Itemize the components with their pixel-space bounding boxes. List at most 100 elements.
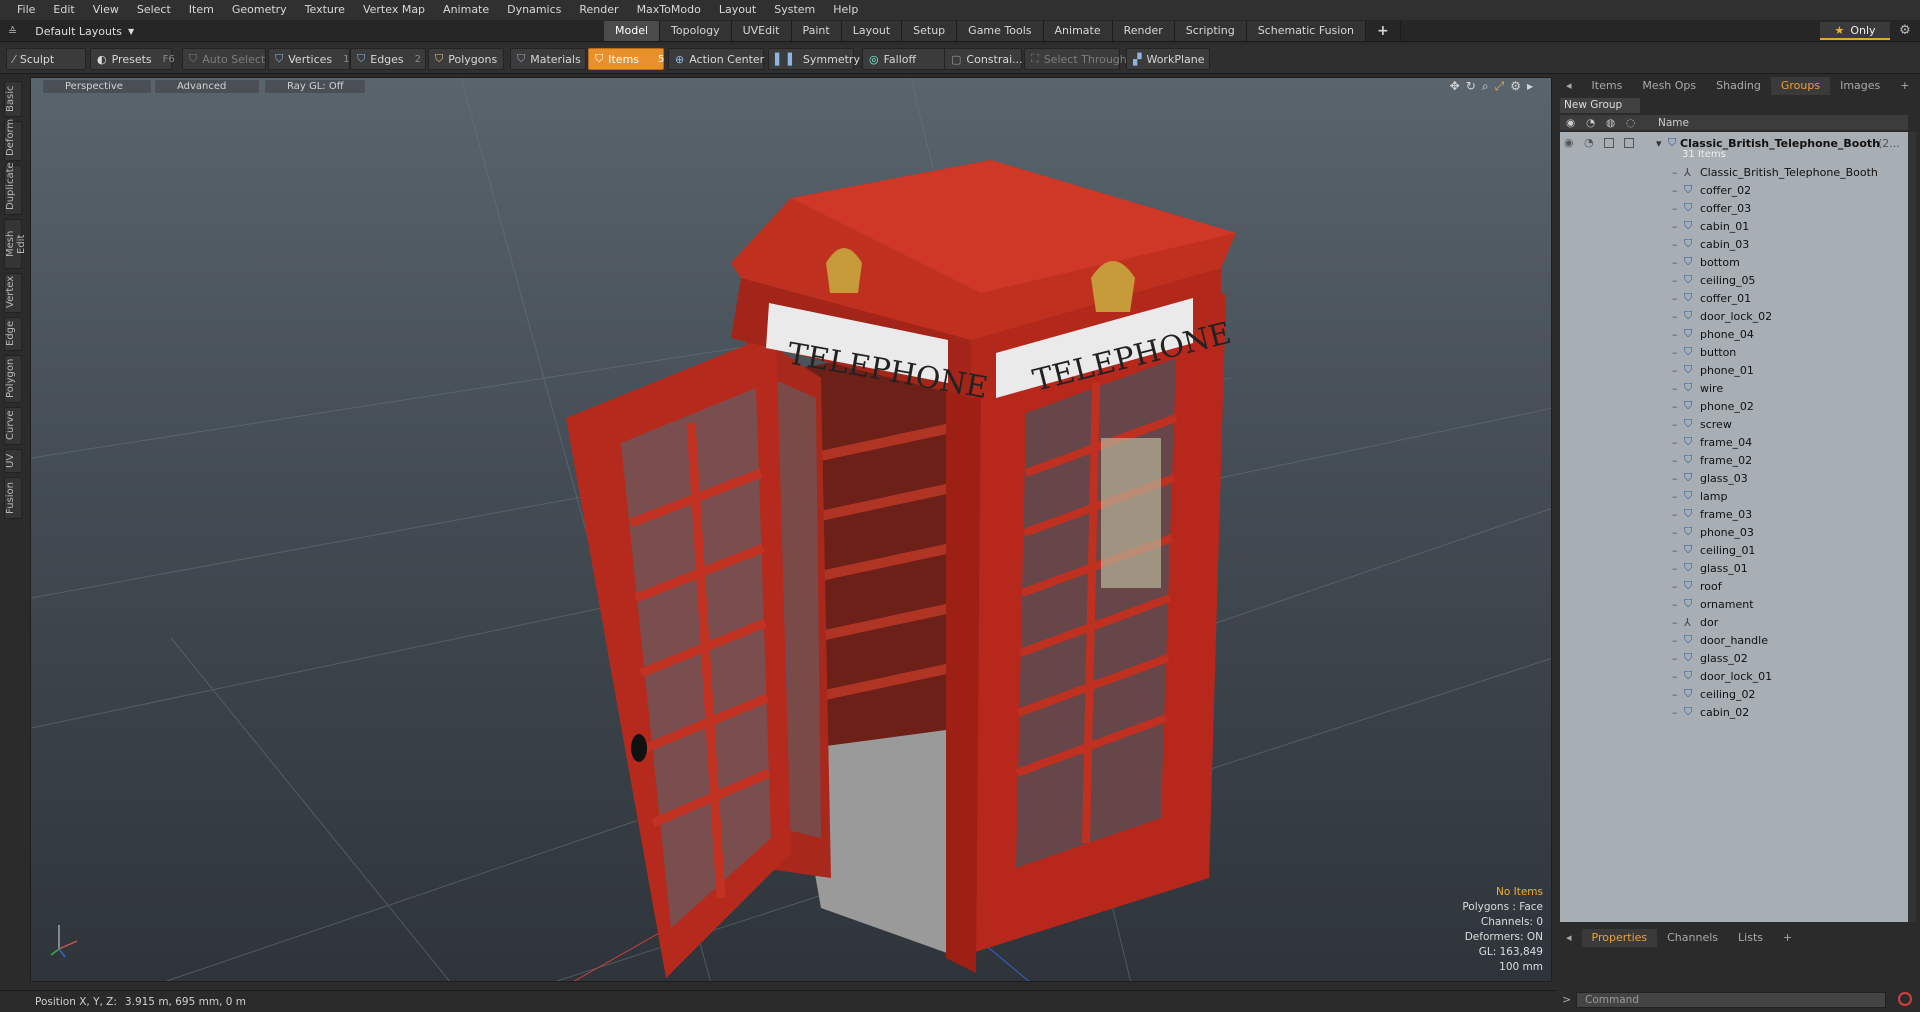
tab-render[interactable]: Render xyxy=(1112,21,1175,41)
tree-item-row[interactable]: – ⛉ wire xyxy=(1560,379,1908,397)
tree-item-row[interactable]: – ⛉ bottom xyxy=(1560,253,1908,271)
menu-item-file[interactable]: File xyxy=(8,0,44,20)
select-through-button[interactable]: ⛶ Select Through xyxy=(1024,48,1127,70)
tree-item-row[interactable]: – ⛉ coffer_01 xyxy=(1560,289,1908,307)
select-column-icon[interactable]: ◌ xyxy=(1626,117,1635,129)
tree-item-row[interactable]: – ⛉ door_lock_02 xyxy=(1560,307,1908,325)
edges-button[interactable]: ⛉ Edges 2 xyxy=(350,48,426,70)
tree-item-row[interactable]: – ⛉ cabin_01 xyxy=(1560,217,1908,235)
command-input[interactable]: Command xyxy=(1576,992,1886,1008)
menu-item-edit[interactable]: Edit xyxy=(44,0,83,20)
tree-item-row[interactable]: – ⛉ roof xyxy=(1560,577,1908,595)
tree-item-row[interactable]: – ⛉ coffer_02 xyxy=(1560,181,1908,199)
3d-viewport[interactable]: TELEPHONE TELEPHONE Perspective Advanced… xyxy=(30,77,1552,982)
menu-item-geometry[interactable]: Geometry xyxy=(223,0,296,20)
render-column-icon[interactable]: ◍ xyxy=(1606,117,1615,129)
workplane-button[interactable]: ▞ WorkPlane xyxy=(1126,48,1210,70)
layout-selector[interactable]: ≙ Default Layouts ▼ xyxy=(8,22,134,40)
tab-uvedit[interactable]: UVEdit xyxy=(731,21,792,41)
tree-item-row[interactable]: – ⛉ ornament xyxy=(1560,595,1908,613)
menu-item-dynamics[interactable]: Dynamics xyxy=(498,0,570,20)
left-tab-basic[interactable]: Basic xyxy=(4,81,22,117)
tab-model[interactable]: Model xyxy=(604,21,661,41)
constraints-button[interactable]: ▢ Constrai... xyxy=(944,48,1023,70)
tree-item-row[interactable]: – ⛉ glass_02 xyxy=(1560,649,1908,667)
menu-item-item[interactable]: Item xyxy=(180,0,223,20)
tree-item-row[interactable]: – ⅄ Classic_British_Telephone_Booth xyxy=(1560,163,1908,181)
tree-item-row[interactable]: – ⛉ ceiling_02 xyxy=(1560,685,1908,703)
vertices-button[interactable]: ⛉ Vertices 1 xyxy=(268,48,350,70)
tab-layout[interactable]: Layout xyxy=(841,21,903,41)
tree-item-row[interactable]: – ⛉ glass_03 xyxy=(1560,469,1908,487)
falloff-button[interactable]: ◎ Falloff xyxy=(862,48,946,70)
bottom-tab-properties[interactable]: Properties xyxy=(1581,929,1658,947)
panel-tab-groups[interactable]: Groups xyxy=(1770,77,1831,95)
tree-item-row[interactable]: – ⛉ phone_03 xyxy=(1560,523,1908,541)
tree-item-row[interactable]: – ⛉ lamp xyxy=(1560,487,1908,505)
tree-scrollbar[interactable] xyxy=(1908,132,1916,922)
tree-item-row[interactable]: – ⛉ ceiling_05 xyxy=(1560,271,1908,289)
name-column-header[interactable]: Name xyxy=(1658,117,1689,129)
collapse-icon[interactable]: ≙ xyxy=(8,25,17,38)
tree-item-row[interactable]: – ⛉ button xyxy=(1560,343,1908,361)
tree-item-row[interactable]: – ⛉ cabin_03 xyxy=(1560,235,1908,253)
tree-item-row[interactable]: – ⛉ door_handle xyxy=(1560,631,1908,649)
left-tab-curve[interactable]: Curve xyxy=(4,407,22,445)
new-group-button[interactable]: New Group xyxy=(1560,98,1640,113)
tree-item-row[interactable]: – ⛉ frame_02 xyxy=(1560,451,1908,469)
left-tab-deform[interactable]: Deform xyxy=(4,119,22,161)
add-bottom-tab-icon[interactable]: + xyxy=(1773,929,1802,947)
materials-button[interactable]: ⛉ Materials xyxy=(510,48,586,70)
panel-tab-mesh-ops[interactable]: Mesh Ops xyxy=(1632,77,1706,95)
menu-item-maxtomodo[interactable]: MaxToModo xyxy=(628,0,710,20)
left-tab-edge[interactable]: Edge xyxy=(4,317,22,351)
tree-item-row[interactable]: – ⛉ phone_02 xyxy=(1560,397,1908,415)
tree-item-row[interactable]: – ⛉ frame_04 xyxy=(1560,433,1908,451)
presets-button[interactable]: ◐ Presets F6 xyxy=(90,48,175,70)
left-tab-vertex[interactable]: Vertex xyxy=(4,273,22,313)
menu-item-system[interactable]: System xyxy=(765,0,824,20)
tree-item-row[interactable]: – ⛉ frame_03 xyxy=(1560,505,1908,523)
tree-item-row[interactable]: – ⛉ glass_01 xyxy=(1560,559,1908,577)
add-panel-tab-icon[interactable]: + xyxy=(1890,77,1919,95)
only-toggle-button[interactable]: ★ Only xyxy=(1820,22,1890,40)
tab-setup[interactable]: Setup xyxy=(902,21,958,41)
bottom-tab-lists[interactable]: Lists xyxy=(1728,929,1773,947)
viewport-menu-icon[interactable]: ▸ xyxy=(1527,79,1533,94)
menu-item-view[interactable]: View xyxy=(84,0,128,20)
raygl-button[interactable]: Ray GL: Off xyxy=(265,80,365,93)
menu-item-layout[interactable]: Layout xyxy=(710,0,765,20)
left-tab-fusion[interactable]: Fusion xyxy=(4,477,22,519)
polygons-button[interactable]: ⛉ Polygons xyxy=(428,48,504,70)
tab-game-tools[interactable]: Game Tools xyxy=(957,21,1044,41)
tab-animate[interactable]: Animate xyxy=(1043,21,1113,41)
left-tab-uv[interactable]: UV xyxy=(4,449,22,473)
auto-select-button[interactable]: ⛉ Auto Select xyxy=(182,48,266,70)
viewport-gear-icon[interactable]: ⚙ xyxy=(1510,79,1521,94)
panel-tab-items[interactable]: Items xyxy=(1582,77,1633,95)
record-icon[interactable] xyxy=(1898,992,1912,1006)
tab-topology[interactable]: Topology xyxy=(660,21,732,41)
panel-collapse-icon[interactable]: ◂ xyxy=(1556,77,1582,95)
tree-item-row[interactable]: – ⛉ ceiling_01 xyxy=(1560,541,1908,559)
tree-item-row[interactable]: – ⛉ phone_04 xyxy=(1560,325,1908,343)
action-center-button[interactable]: ⊕ Action Center xyxy=(668,48,764,70)
menu-item-vertex-map[interactable]: Vertex Map xyxy=(354,0,434,20)
bottom-panel-collapse-icon[interactable]: ◂ xyxy=(1556,929,1582,947)
shading-button[interactable]: Advanced xyxy=(155,80,259,93)
left-tab-mesh-edit[interactable]: Mesh Edit xyxy=(4,219,27,269)
fit-view-icon[interactable]: ⤢ xyxy=(1495,79,1505,94)
lock-column-icon[interactable]: ◔ xyxy=(1586,117,1595,129)
tab-schematic-fusion[interactable]: Schematic Fusion xyxy=(1246,21,1367,41)
tree-item-row[interactable]: – ⛉ coffer_03 xyxy=(1560,199,1908,217)
move-view-icon[interactable]: ✥ xyxy=(1450,79,1460,94)
tab-scripting[interactable]: Scripting xyxy=(1174,21,1247,41)
menu-item-texture[interactable]: Texture xyxy=(296,0,354,20)
group-tree[interactable]: ◉ ◔ ▾ ⛉ Classic_British_Telephone_Booth … xyxy=(1560,132,1908,922)
items-button[interactable]: ⛉ Items 5 xyxy=(588,48,664,70)
menu-item-select[interactable]: Select xyxy=(128,0,180,20)
tab-paint[interactable]: Paint xyxy=(791,21,842,41)
menu-item-render[interactable]: Render xyxy=(570,0,627,20)
tree-item-row[interactable]: – ⛉ door_lock_01 xyxy=(1560,667,1908,685)
eye-column-icon[interactable]: ◉ xyxy=(1566,117,1575,129)
